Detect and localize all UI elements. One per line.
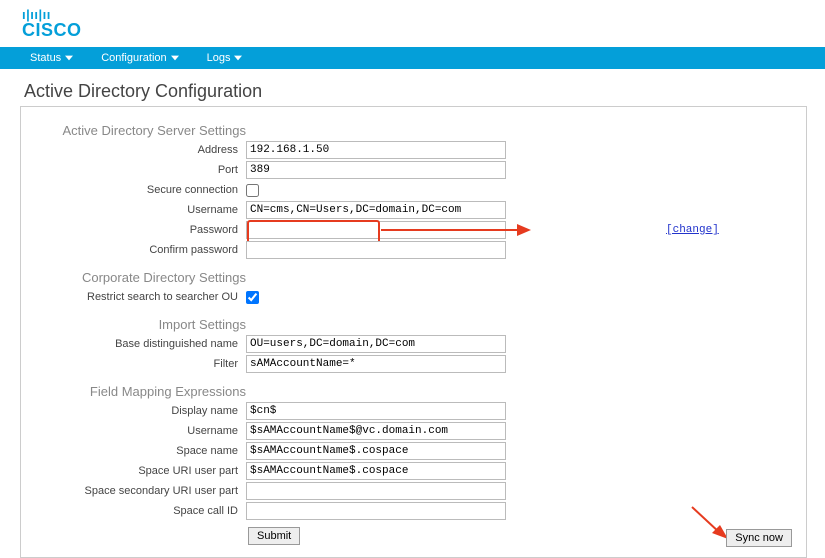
space-name-input[interactable] [246, 442, 506, 460]
nav-logs[interactable]: Logs [207, 52, 243, 64]
cisco-logo-text: CISCO [22, 21, 825, 39]
password-input[interactable] [246, 221, 506, 239]
sync-now-button[interactable]: Sync now [726, 529, 792, 547]
nav-status-label: Status [30, 52, 61, 64]
map-username-input[interactable] [246, 422, 506, 440]
address-input[interactable] [246, 141, 506, 159]
basedn-label: Base distinguished name [21, 338, 246, 350]
space-uri-input[interactable] [246, 462, 506, 480]
secure-checkbox[interactable] [246, 184, 259, 197]
cisco-logo: ı|ıı|ıı CISCO [0, 0, 825, 43]
nav-configuration[interactable]: Configuration [101, 52, 178, 64]
submit-button[interactable]: Submit [248, 527, 300, 545]
change-password-link[interactable]: [change] [666, 224, 719, 236]
nav-configuration-label: Configuration [101, 52, 166, 64]
confirm-password-input[interactable] [246, 241, 506, 259]
space-uri-label: Space URI user part [21, 465, 246, 477]
space-callid-input[interactable] [246, 502, 506, 520]
basedn-input[interactable] [246, 335, 506, 353]
port-input[interactable] [246, 161, 506, 179]
display-name-input[interactable] [246, 402, 506, 420]
secure-label: Secure connection [21, 184, 246, 196]
confirm-password-label: Confirm password [21, 244, 246, 256]
nav-logs-label: Logs [207, 52, 231, 64]
space-callid-label: Space call ID [21, 505, 246, 517]
space-uri2-input[interactable] [246, 482, 506, 500]
nav-bar: Status Configuration Logs [0, 47, 825, 69]
section-import-title: Import Settings [21, 311, 246, 334]
space-name-label: Space name [21, 445, 246, 457]
ad-username-input[interactable] [246, 201, 506, 219]
chevron-down-icon [65, 54, 73, 62]
restrict-label: Restrict search to searcher OU [21, 291, 246, 303]
display-name-label: Display name [21, 405, 246, 417]
password-label: Password [21, 224, 246, 236]
nav-status[interactable]: Status [30, 52, 73, 64]
section-corp-title: Corporate Directory Settings [21, 264, 246, 287]
restrict-checkbox[interactable] [246, 291, 259, 304]
space-uri2-label: Space secondary URI user part [21, 485, 246, 497]
cisco-logo-bars: ı|ıı|ıı [22, 8, 825, 21]
filter-input[interactable] [246, 355, 506, 373]
address-label: Address [21, 144, 246, 156]
map-username-label: Username [21, 425, 246, 437]
page-title: Active Directory Configuration [0, 69, 825, 106]
chevron-down-icon [234, 54, 242, 62]
section-mapping-title: Field Mapping Expressions [21, 378, 246, 401]
port-label: Port [21, 164, 246, 176]
chevron-down-icon [171, 54, 179, 62]
content-panel: Active Directory Server Settings Address… [20, 106, 807, 558]
ad-username-label: Username [21, 204, 246, 216]
filter-label: Filter [21, 358, 246, 370]
section-server-title: Active Directory Server Settings [21, 117, 246, 140]
